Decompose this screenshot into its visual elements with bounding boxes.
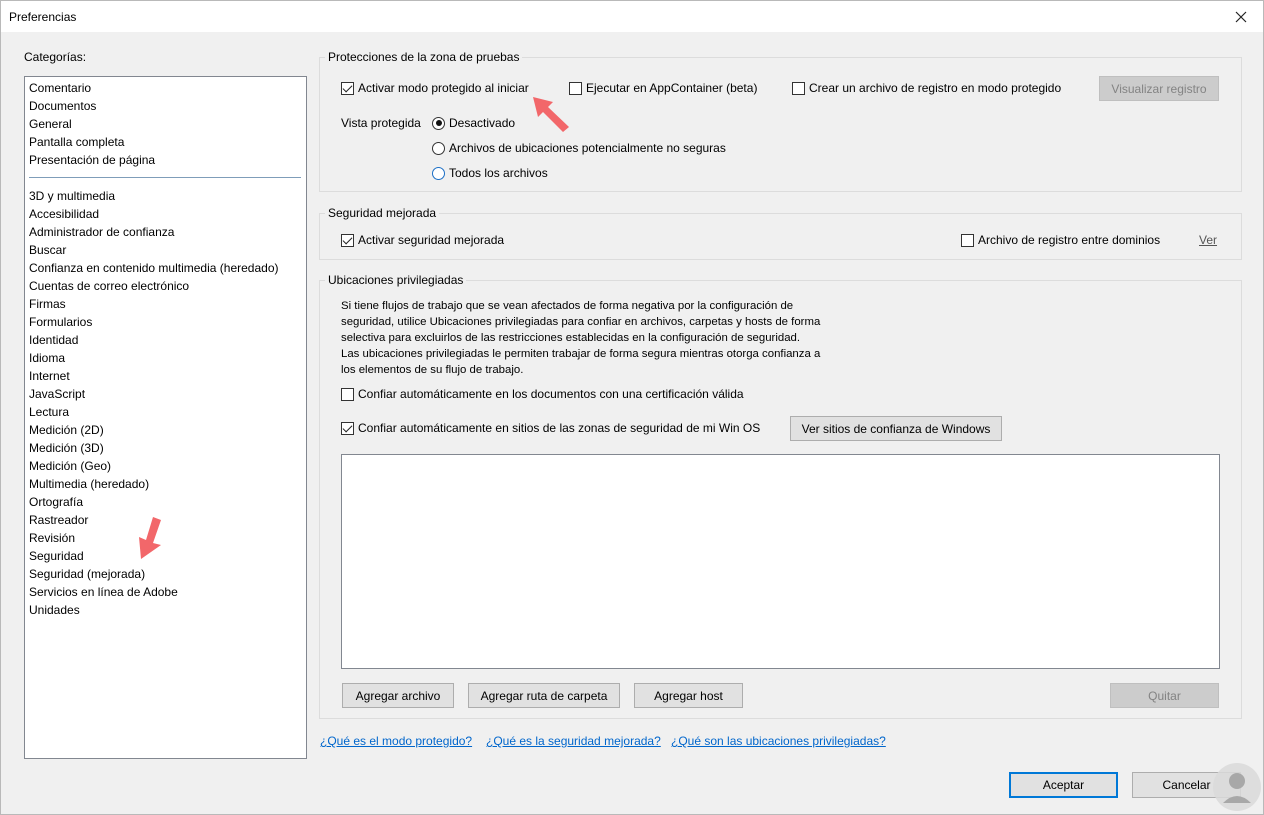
close-button[interactable] (1219, 1, 1263, 32)
category-item[interactable]: Ortografía (29, 493, 83, 511)
annotation-arrow-icon (139, 517, 161, 559)
checkbox-box (341, 387, 354, 401)
radio-circle (432, 141, 445, 155)
category-separator (29, 177, 301, 178)
checkbox-box (961, 233, 974, 247)
category-item[interactable]: JavaScript (29, 385, 85, 403)
category-item[interactable]: Presentación de página (29, 151, 155, 169)
sandbox-protections-title: Protecciones de la zona de pruebas (325, 50, 523, 64)
category-item[interactable]: Buscar (29, 241, 66, 259)
add-folder-path-button[interactable]: Agregar ruta de carpeta (468, 683, 620, 708)
help-link-protected-mode[interactable]: ¿Qué es el modo protegido? (320, 734, 472, 748)
category-item[interactable]: 3D y multimedia (29, 187, 115, 205)
view-log-button[interactable]: Visualizar registro (1099, 76, 1219, 101)
window-title: Preferencias (9, 10, 77, 24)
trust-certified-checkbox[interactable]: Confiar automáticamente en los documento… (341, 387, 744, 401)
protected-mode-log-label: Crear un archivo de registro en modo pro… (809, 81, 1062, 95)
protected-view-unsafe-radio[interactable]: Archivos de ubicaciones potencialmente n… (432, 141, 726, 155)
category-item[interactable]: Multimedia (heredado) (29, 475, 149, 493)
checkbox-box (792, 81, 805, 95)
category-item[interactable]: Cuentas de correo electrónico (29, 277, 189, 295)
category-item[interactable]: Administrador de confianza (29, 223, 174, 241)
category-item[interactable]: Idioma (29, 349, 65, 367)
categories-list[interactable]: Comentario Documentos General Pantalla c… (24, 76, 307, 759)
annotation-arrow-icon (533, 97, 569, 132)
trust-os-zones-label: Confiar automáticamente en sitios de las… (358, 421, 761, 435)
radio-label: Archivos de ubicaciones potencialmente n… (449, 141, 726, 155)
enhanced-security-label: Activar seguridad mejorada (358, 233, 505, 247)
close-icon (1235, 11, 1247, 22)
category-item[interactable]: Accesibilidad (29, 205, 99, 223)
protected-view-off-radio[interactable]: Desactivado (432, 116, 515, 130)
privileged-locations-title: Ubicaciones privilegiadas (325, 273, 467, 287)
preferences-dialog: Preferencias Categorías: Comentario Docu… (0, 0, 1264, 815)
protected-mode-log-checkbox[interactable]: Crear un archivo de registro en modo pro… (792, 81, 1061, 95)
category-item[interactable]: Internet (29, 367, 70, 385)
categories-label: Categorías: (24, 50, 87, 64)
checkbox-box (341, 233, 354, 247)
category-item[interactable]: Documentos (29, 97, 96, 115)
trust-certified-label: Confiar automáticamente en los documento… (358, 387, 744, 401)
title-bar: Preferencias (1, 1, 1263, 32)
category-item[interactable]: Identidad (29, 331, 78, 349)
appcontainer-label: Ejecutar en AppContainer (beta) (586, 81, 758, 95)
watermark-logo-icon (1213, 763, 1261, 811)
category-item[interactable]: General (29, 115, 72, 133)
category-item[interactable]: Confianza en contenido multimedia (hered… (29, 259, 279, 277)
category-item[interactable]: Medición (Geo) (29, 457, 111, 475)
category-item[interactable]: Unidades (29, 601, 80, 619)
checkbox-box (341, 421, 354, 435)
checkbox-box (341, 81, 354, 95)
category-item[interactable]: Comentario (29, 79, 91, 97)
category-item[interactable]: Lectura (29, 403, 69, 421)
category-item[interactable]: Revisión (29, 529, 75, 547)
category-item[interactable]: Firmas (29, 295, 66, 313)
protected-mode-label: Activar modo protegido al iniciar (358, 81, 529, 95)
ok-button[interactable]: Aceptar (1009, 772, 1118, 798)
trust-os-zones-checkbox[interactable]: Confiar automáticamente en sitios de las… (341, 421, 760, 435)
category-item[interactable]: Formularios (29, 313, 92, 331)
add-file-button[interactable]: Agregar archivo (342, 683, 454, 708)
protected-view-label: Vista protegida (341, 116, 421, 130)
privileged-locations-list[interactable] (341, 454, 1220, 669)
enhanced-security-checkbox[interactable]: Activar seguridad mejorada (341, 233, 504, 247)
enhanced-security-title: Seguridad mejorada (325, 206, 440, 220)
protected-mode-checkbox[interactable]: Activar modo protegido al iniciar (341, 81, 529, 95)
help-link-privileged-locations[interactable]: ¿Qué son las ubicaciones privilegiadas? (671, 734, 886, 748)
category-item[interactable]: Rastreador (29, 511, 88, 529)
category-item[interactable]: Medición (3D) (29, 439, 104, 457)
category-item[interactable]: Seguridad (29, 547, 84, 565)
appcontainer-checkbox[interactable]: Ejecutar en AppContainer (beta) (569, 81, 757, 95)
remove-button[interactable]: Quitar (1110, 683, 1219, 708)
protected-view-all-radio[interactable]: Todos los archivos (432, 166, 548, 180)
view-windows-sites-button[interactable]: Ver sitios de confianza de Windows (790, 416, 1002, 441)
cross-domain-log-checkbox[interactable]: Archivo de registro entre dominios (961, 233, 1160, 247)
radio-circle (432, 166, 445, 180)
radio-label: Todos los archivos (449, 166, 548, 180)
category-item[interactable]: Servicios en línea de Adobe (29, 583, 178, 601)
cross-domain-log-label: Archivo de registro entre dominios (978, 233, 1161, 247)
add-host-button[interactable]: Agregar host (634, 683, 743, 708)
category-item-selected[interactable]: Seguridad (mejorada) (29, 565, 145, 583)
category-item[interactable]: Pantalla completa (29, 133, 124, 151)
radio-label: Desactivado (449, 116, 516, 130)
help-link-enhanced-security[interactable]: ¿Qué es la seguridad mejorada? (486, 734, 661, 748)
category-item[interactable]: Medición (2D) (29, 421, 104, 439)
privileged-description: Si tiene flujos de trabajo que se vean a… (341, 300, 821, 376)
view-cross-domain-link[interactable]: Ver (1199, 233, 1217, 247)
radio-circle (432, 116, 445, 130)
